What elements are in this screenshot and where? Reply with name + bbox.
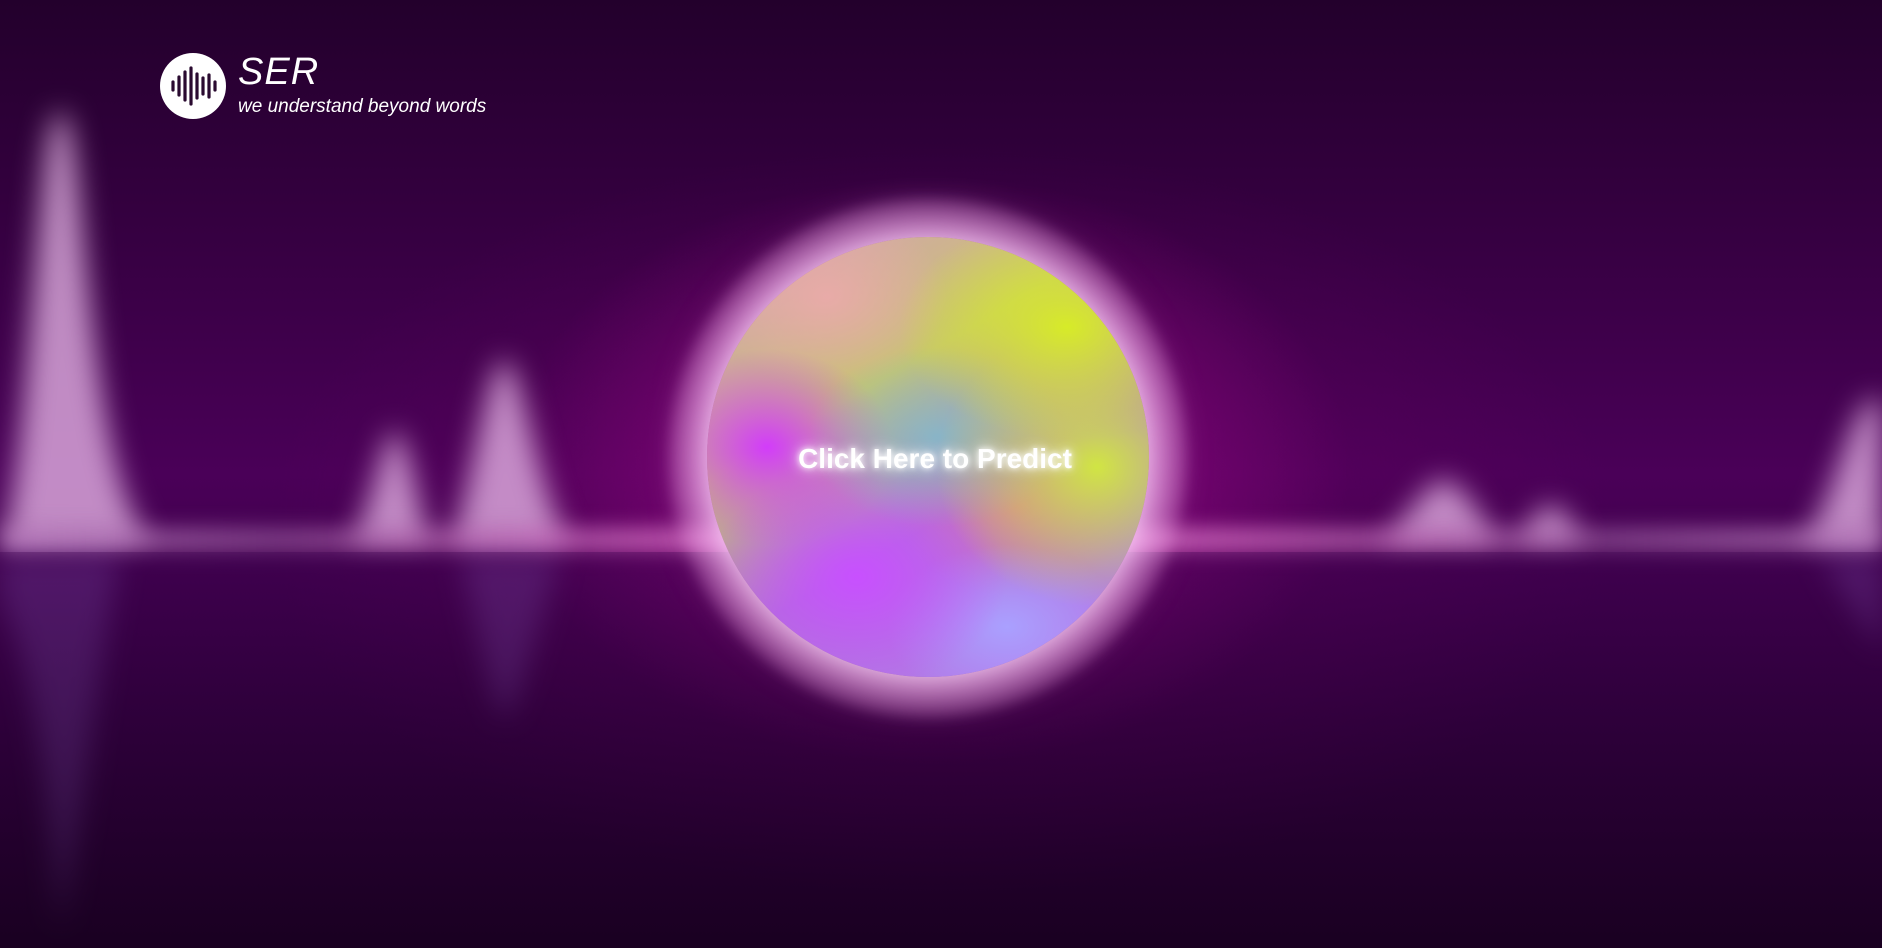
wave-peak <box>350 430 430 540</box>
predict-button-label: Click Here to Predict <box>798 443 1072 474</box>
soundwave-icon <box>160 53 226 119</box>
brand-text: SER we understand beyond words <box>238 52 486 120</box>
brand-tagline: we understand beyond words <box>238 96 487 117</box>
soundwave-glyph <box>171 66 217 106</box>
predict-button[interactable]: Click Here to Predict <box>707 237 1149 677</box>
brand-header: SER we understand beyond words <box>160 52 486 120</box>
wave-peak <box>0 111 150 541</box>
brand-title: SER <box>238 51 320 93</box>
wave-peak <box>1800 398 1882 540</box>
wave-peak <box>450 360 570 540</box>
